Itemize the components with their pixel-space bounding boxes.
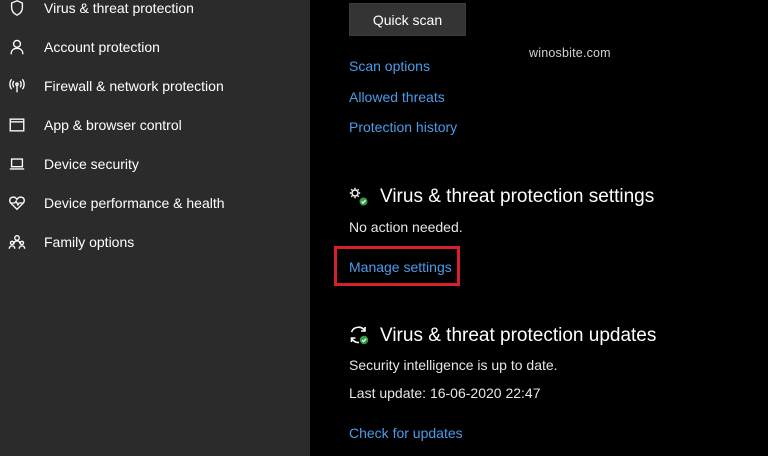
sidebar: Virus & threat protection Account protec… <box>0 0 310 456</box>
main-content: Quick scan winosbite.com Scan options Al… <box>310 0 768 456</box>
sidebar-item-label: Device performance & health <box>44 194 225 211</box>
person-icon <box>7 37 27 57</box>
watermark: winosbite.com <box>529 46 611 60</box>
manage-settings-link[interactable]: Manage settings <box>349 259 452 275</box>
gears-check-icon <box>348 186 370 208</box>
sidebar-item-label: App & browser control <box>44 116 182 133</box>
sidebar-item-app-browser-control[interactable]: App & browser control <box>0 105 310 144</box>
sidebar-item-label: Virus & threat protection <box>44 0 194 16</box>
updates-section-title: Virus & threat protection updates <box>380 325 657 346</box>
sidebar-item-label: Device security <box>44 155 139 172</box>
heart-icon <box>7 193 27 213</box>
browser-window-icon <box>7 115 27 135</box>
protection-history-link[interactable]: Protection history <box>349 119 457 135</box>
settings-section-title: Virus & threat protection settings <box>380 186 655 207</box>
allowed-threats-link[interactable]: Allowed threats <box>349 89 445 105</box>
family-icon <box>7 232 27 252</box>
sidebar-item-firewall-network-protection[interactable]: Firewall & network protection <box>0 66 310 105</box>
scan-options-link[interactable]: Scan options <box>349 58 430 74</box>
last-update-text: Last update: 16-06-2020 22:47 <box>349 385 541 401</box>
sidebar-item-virus-threat-protection[interactable]: Virus & threat protection <box>0 0 310 27</box>
wifi-antenna-icon <box>7 76 27 96</box>
refresh-check-icon <box>348 324 370 346</box>
sidebar-item-label: Account protection <box>44 38 160 55</box>
sidebar-item-label: Family options <box>44 233 135 250</box>
sidebar-item-account-protection[interactable]: Account protection <box>0 27 310 66</box>
updates-status-text: Security intelligence is up to date. <box>349 357 558 373</box>
settings-status-text: No action needed. <box>349 219 463 235</box>
sidebar-item-label: Firewall & network protection <box>44 77 224 94</box>
shield-icon <box>7 0 27 18</box>
sidebar-item-family-options[interactable]: Family options <box>0 222 310 261</box>
sidebar-item-device-performance-health[interactable]: Device performance & health <box>0 183 310 222</box>
sidebar-item-device-security[interactable]: Device security <box>0 144 310 183</box>
quick-scan-button[interactable]: Quick scan <box>349 3 466 36</box>
laptop-icon <box>7 154 27 174</box>
check-for-updates-link[interactable]: Check for updates <box>349 425 463 441</box>
